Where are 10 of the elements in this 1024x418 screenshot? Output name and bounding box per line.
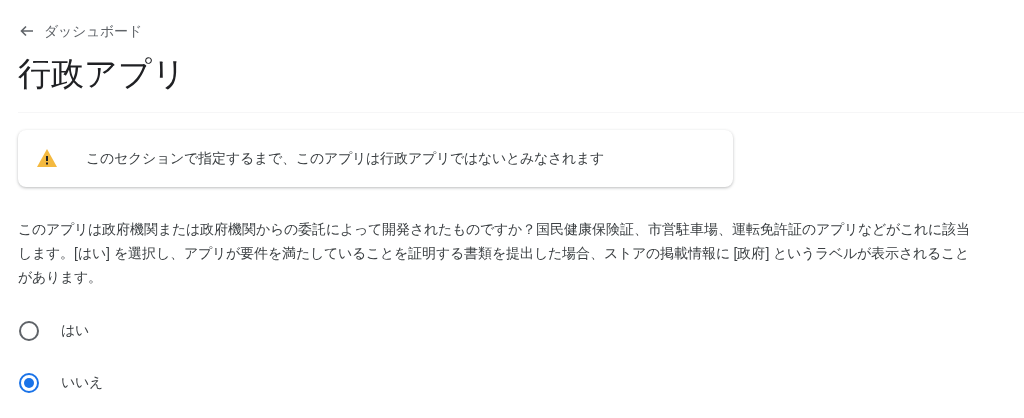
radio-label: はい <box>61 321 89 341</box>
radio-label: いいえ <box>61 373 103 393</box>
page-title: 行政アプリ <box>18 54 187 94</box>
radio-button[interactable] <box>19 320 39 341</box>
warning-text: このセクションで指定するまで、このアプリは行政アプリではないとみなされます <box>86 148 604 168</box>
warning-icon <box>36 148 58 169</box>
back-arrow-icon <box>20 25 34 37</box>
back-link[interactable]: ダッシュボード <box>20 20 142 42</box>
description-text: このアプリは政府機関または政府機関からの委託によって開発されたものですか？国民健康保険証、市営駐車場、運転免許証のアプリなどがこれに該当します。[はい] を選択し、アプリが要件を満たしていることを証明する書類を提出した場合、ストアの掲載情報に [政府] というラベルが表示されることがあります。 <box>18 219 971 287</box>
radio-button[interactable] <box>19 372 39 393</box>
